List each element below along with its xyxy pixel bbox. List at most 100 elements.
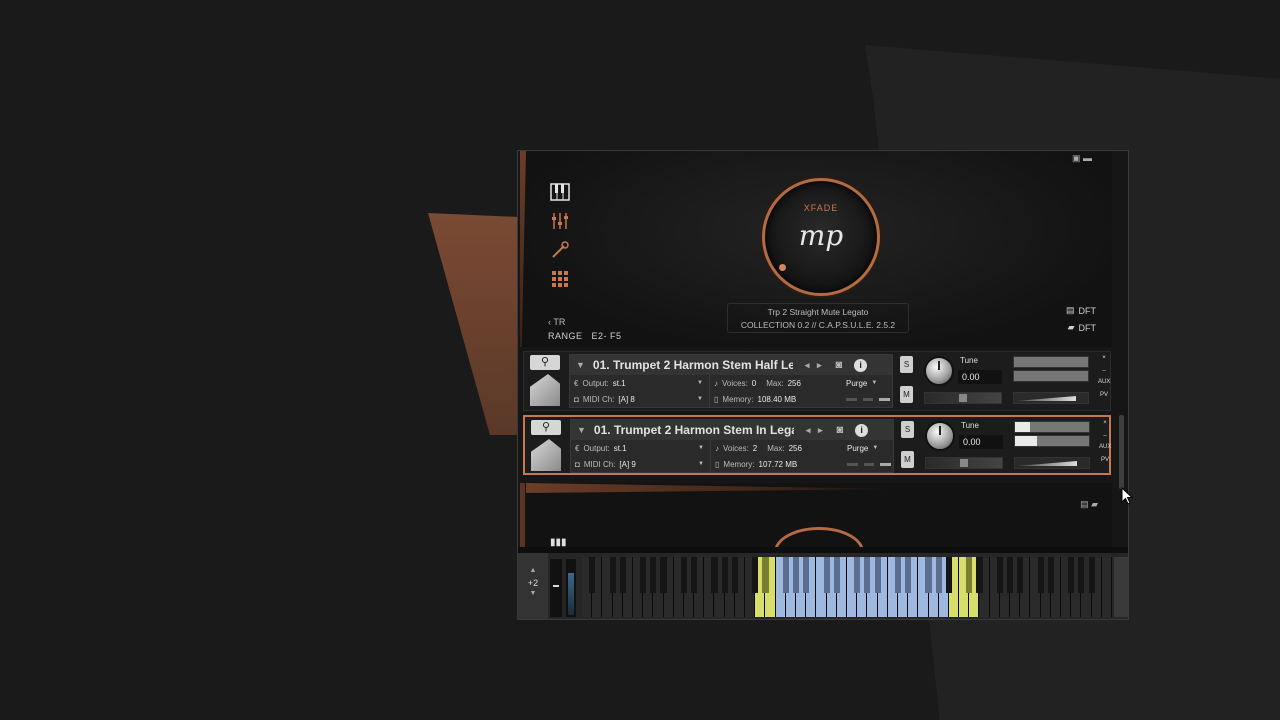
piano-keys[interactable] (582, 557, 1112, 617)
wrench-button[interactable]: ⚲ (530, 355, 560, 370)
solo-button[interactable]: S (900, 356, 913, 373)
dropdown-icon[interactable]: ▼ (697, 396, 703, 402)
black-key[interactable] (945, 557, 952, 593)
black-key[interactable] (660, 557, 667, 593)
tune-knob[interactable] (924, 356, 954, 386)
black-key[interactable] (905, 557, 912, 593)
black-key[interactable] (691, 557, 698, 593)
black-key[interactable] (680, 557, 687, 593)
output-value[interactable]: st.1 (613, 379, 626, 388)
octave-up-icon[interactable]: ▲ (518, 567, 548, 574)
collapse-arrow-icon[interactable]: ▼ (577, 425, 586, 435)
dropdown-icon[interactable]: ▼ (698, 461, 704, 467)
black-key[interactable] (935, 557, 942, 593)
tune-knob[interactable] (925, 421, 955, 451)
save-load-icons[interactable]: ▤ ▰ (1080, 499, 1098, 510)
mute-button[interactable]: M (901, 451, 914, 468)
max-value[interactable]: 256 (789, 444, 802, 453)
pan-slider[interactable] (924, 392, 1002, 404)
pv-button[interactable]: PV (1099, 454, 1111, 466)
keyboard-icon[interactable] (548, 181, 572, 203)
instrument-name[interactable]: 01. Trumpet 2 Harmon Stem Half Le (593, 358, 793, 372)
dft-load[interactable]: ▰ DFT (1068, 322, 1096, 333)
solo-button[interactable]: S (901, 421, 914, 438)
info-icon[interactable]: i (854, 358, 868, 372)
octave-down-icon[interactable]: ▼ (518, 590, 548, 597)
instrument-strip-1[interactable]: ⚲ ▼ 01. Trumpet 2 Harmon Stem Half Le ◂ … (523, 351, 1111, 411)
black-key[interactable] (1078, 557, 1085, 593)
white-key[interactable] (1101, 557, 1112, 617)
octave-shift[interactable]: ▲ +2 ▼ (518, 553, 548, 619)
prev-next-icons[interactable]: ◂ ▸ (806, 425, 823, 436)
camera-icon[interactable]: ◙ (836, 424, 843, 436)
max-value[interactable]: 256 (788, 379, 801, 388)
purge-button[interactable]: Purge (847, 444, 868, 453)
keyboard-icon[interactable]: ▮▮▮ (550, 537, 567, 547)
black-key[interactable] (1068, 557, 1075, 593)
tune-value[interactable]: 0.00 (959, 435, 1003, 449)
transpose-label[interactable]: ‹ TR (548, 317, 565, 327)
dft-save[interactable]: ▤ DFT (1066, 305, 1096, 316)
midi-channel[interactable]: [A] 8 (618, 395, 634, 404)
midi-channel[interactable]: [A] 9 (619, 460, 635, 469)
black-key[interactable] (1037, 557, 1044, 593)
prev-next-icons[interactable]: ◂ ▸ (805, 360, 822, 371)
mute-button[interactable]: M (900, 386, 913, 403)
wrench-icon[interactable] (548, 239, 572, 261)
aux-button[interactable]: AUX (1099, 441, 1111, 453)
save-load-icons[interactable]: ▣ ▬ (1072, 153, 1092, 164)
keyboard-scroll[interactable] (1114, 557, 1128, 617)
black-key[interactable] (792, 557, 800, 593)
aux-button[interactable]: AUX (1098, 376, 1110, 388)
black-key[interactable] (864, 557, 871, 593)
black-key[interactable] (1007, 557, 1014, 593)
black-key[interactable] (976, 557, 983, 593)
mod-wheel[interactable] (566, 559, 576, 617)
output-value[interactable]: st.1 (614, 444, 627, 453)
black-key[interactable] (1017, 557, 1024, 593)
black-key[interactable] (711, 557, 718, 593)
volume-slider[interactable] (1013, 392, 1089, 404)
black-key[interactable] (762, 557, 769, 593)
black-key[interactable] (589, 557, 596, 593)
dropdown-icon[interactable]: ▼ (697, 380, 703, 386)
black-key[interactable] (721, 557, 728, 593)
grid-icon[interactable] (548, 268, 572, 290)
black-key[interactable] (854, 557, 861, 593)
black-key[interactable] (640, 557, 647, 593)
mixer-icon[interactable] (548, 210, 572, 232)
rack-scrollbar[interactable] (1119, 415, 1124, 489)
camera-icon[interactable]: ◙ (835, 359, 842, 371)
black-key[interactable] (1088, 557, 1095, 593)
pitch-wheel[interactable] (550, 559, 562, 617)
black-key[interactable] (782, 557, 789, 593)
black-key[interactable] (833, 557, 840, 593)
black-key[interactable] (1047, 557, 1054, 593)
info-icon[interactable]: i (855, 423, 869, 437)
black-key[interactable] (874, 557, 881, 593)
black-key[interactable] (823, 557, 830, 593)
collapse-arrow-icon[interactable]: ▼ (576, 360, 585, 370)
pan-slider[interactable] (925, 457, 1003, 469)
black-key[interactable] (619, 557, 626, 593)
close-icon[interactable]: × (1099, 417, 1111, 429)
dropdown-icon[interactable]: ▼ (872, 445, 878, 451)
instrument-name[interactable]: 01. Trumpet 2 Harmon Stem In Lega (594, 423, 794, 437)
instrument-strip-2[interactable]: ⚲ ▼ 01. Trumpet 2 Harmon Stem In Lega ◂ … (523, 415, 1111, 475)
black-key[interactable] (925, 557, 932, 593)
volume-slider[interactable] (1014, 457, 1090, 469)
pv-button[interactable]: PV (1098, 389, 1110, 401)
black-key[interactable] (752, 557, 759, 593)
tune-value[interactable]: 0.00 (958, 370, 1002, 384)
black-key[interactable] (609, 557, 616, 593)
dropdown-icon[interactable]: ▼ (698, 445, 704, 451)
dropdown-icon[interactable]: ▼ (871, 380, 877, 386)
purge-button[interactable]: Purge (846, 379, 867, 388)
black-key[interactable] (996, 557, 1003, 593)
black-key[interactable] (803, 557, 810, 593)
black-key[interactable] (966, 557, 973, 593)
wrench-button[interactable]: ⚲ (531, 420, 561, 435)
close-icon[interactable]: × (1098, 352, 1110, 364)
black-key[interactable] (894, 557, 901, 593)
black-key[interactable] (731, 557, 738, 593)
